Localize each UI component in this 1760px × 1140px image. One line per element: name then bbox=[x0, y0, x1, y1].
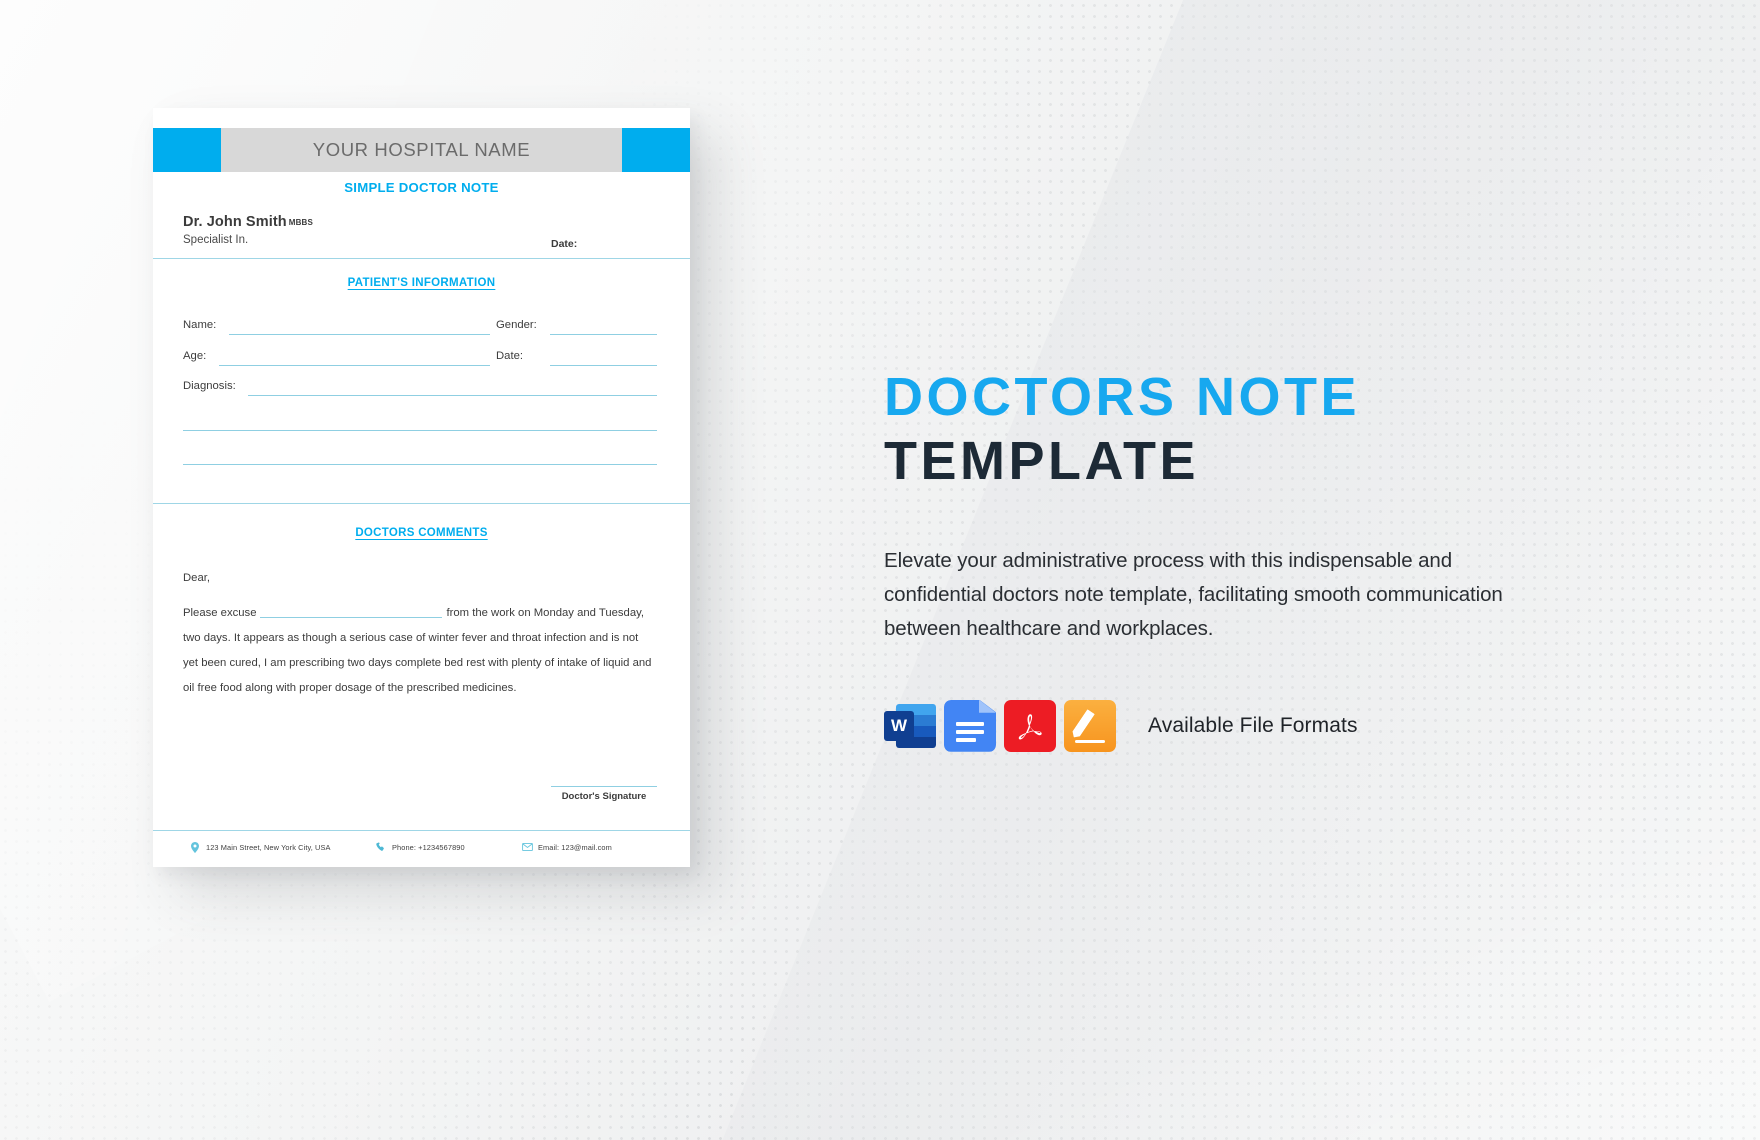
field-line-age[interactable] bbox=[219, 365, 490, 366]
doctors-comments-title: DOCTORS COMMENTS bbox=[355, 527, 488, 539]
comments-text-before: Please excuse bbox=[183, 607, 257, 619]
hospital-name: YOUR HOSPITAL NAME bbox=[312, 139, 531, 160]
header-accent-block-left bbox=[153, 128, 221, 172]
location-pin-icon bbox=[189, 841, 201, 853]
divider-doctor bbox=[153, 258, 690, 259]
signature-line[interactable] bbox=[551, 786, 657, 787]
divider-comments bbox=[153, 503, 690, 504]
footer-email: Email: 123@mail.com bbox=[521, 841, 612, 853]
pdf-file-icon[interactable] bbox=[1004, 699, 1056, 752]
field-label-diagnosis: Diagnosis: bbox=[183, 380, 236, 392]
word-icon-letter: W bbox=[884, 710, 914, 741]
footer-address: 123 Main Street, New York City, USA bbox=[189, 841, 375, 853]
document-subtitle: SIMPLE DOCTOR NOTE bbox=[344, 180, 499, 195]
footer-address-text: 123 Main Street, New York City, USA bbox=[206, 842, 331, 852]
gdocs-icon-line-2 bbox=[956, 729, 984, 734]
footer-contact-row: 123 Main Street, New York City, USA Phon… bbox=[189, 841, 659, 853]
field-line-diagnosis-2[interactable] bbox=[183, 430, 657, 431]
signature-label: Doctor's Signature bbox=[561, 791, 647, 802]
footer-phone-text: Phone: +1234567890 bbox=[392, 842, 465, 852]
poster-canvas: YOUR HOSPITAL NAME SIMPLE DOCTOR NOTE Dr… bbox=[0, 0, 1760, 1140]
phone-icon bbox=[375, 841, 387, 853]
hospital-name-bar: YOUR HOSPITAL NAME bbox=[221, 128, 622, 172]
doctor-date-label: Date: bbox=[551, 238, 578, 250]
available-formats-row: W Available File Formats bbox=[884, 699, 1584, 752]
apple-pages-file-icon[interactable] bbox=[1064, 699, 1116, 752]
panel-title-line2: TEMPLATE bbox=[884, 431, 1199, 491]
promo-panel: DOCTORS NOTE TEMPLATE Elevate your admin… bbox=[884, 370, 1584, 752]
available-formats-label: Available File Formats bbox=[1148, 713, 1358, 737]
field-label-age: Age: bbox=[183, 350, 207, 362]
comments-text-after: from the work on Monday and Tuesday, two… bbox=[183, 607, 652, 694]
doctor-degree: MBBS bbox=[288, 218, 314, 227]
footer-phone: Phone: +1234567890 bbox=[375, 841, 521, 853]
doctor-specialist-label: Specialist In. bbox=[183, 234, 249, 246]
field-line-diagnosis-3[interactable] bbox=[183, 464, 657, 465]
document-header-bar: YOUR HOSPITAL NAME bbox=[153, 128, 690, 172]
header-accent-block-right bbox=[622, 128, 690, 172]
field-line-name[interactable] bbox=[229, 334, 490, 335]
field-label-date: Date: bbox=[496, 350, 524, 362]
field-label-name: Name: bbox=[183, 319, 217, 331]
acrobat-glyph-icon bbox=[1004, 700, 1056, 752]
gdocs-icon-line-3 bbox=[956, 737, 976, 742]
document-page: YOUR HOSPITAL NAME SIMPLE DOCTOR NOTE Dr… bbox=[153, 108, 690, 867]
field-line-gender[interactable] bbox=[550, 334, 657, 335]
doctor-identity-block: Dr. John Smith MBBS Specialist In. bbox=[183, 214, 313, 246]
document-preview[interactable]: YOUR HOSPITAL NAME SIMPLE DOCTOR NOTE Dr… bbox=[153, 108, 690, 867]
footer-email-text: Email: 123@mail.com bbox=[538, 842, 612, 852]
gdocs-icon-line-1 bbox=[956, 721, 984, 726]
pen-icon bbox=[1070, 709, 1095, 740]
doctor-name-text: Dr. John Smith bbox=[183, 214, 287, 230]
doctor-name: Dr. John Smith MBBS bbox=[183, 214, 313, 230]
patient-information-title: PATIENT'S INFORMATION bbox=[347, 277, 496, 289]
word-file-icon[interactable]: W bbox=[884, 700, 936, 752]
panel-description: Elevate your administrative process with… bbox=[884, 548, 1503, 640]
patient-name-blank[interactable] bbox=[260, 604, 443, 618]
field-line-diagnosis-1[interactable] bbox=[248, 395, 657, 396]
field-label-gender: Gender: bbox=[496, 319, 537, 331]
footer-divider bbox=[153, 830, 690, 831]
comments-greeting: Dear, bbox=[183, 572, 211, 584]
pen-underline-icon bbox=[1075, 740, 1105, 743]
field-line-date[interactable] bbox=[550, 365, 657, 366]
panel-title-line1: DOCTORS NOTE bbox=[884, 367, 1361, 427]
comments-body: Dear, Please excuse from the work on Monda… bbox=[183, 566, 655, 701]
google-docs-file-icon[interactable] bbox=[944, 699, 996, 752]
envelope-icon bbox=[521, 841, 533, 853]
